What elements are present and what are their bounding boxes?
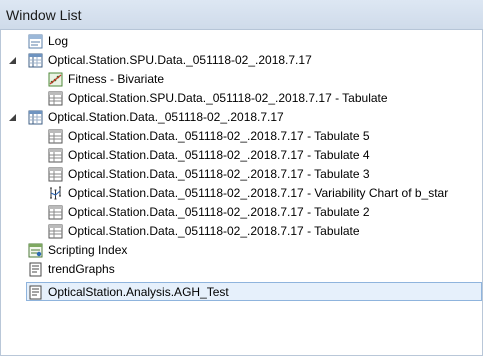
variability-chart-icon [50,186,61,200]
tabulate-icon [48,91,63,106]
tree-item-label: Optical.Station.SPU.Data._051118-02_.201… [48,53,312,67]
tree-item-label: Optical.Station.Data._051118-02_.2018.7.… [68,205,370,219]
tree-item-label: Optical.Station.Data._051118-02_.2018.7.… [68,224,360,238]
data-table-icon [28,53,43,68]
tree-item-label: Log [48,34,69,48]
data-table-icon [28,110,43,125]
log-icon [28,34,43,49]
tree-item-label: Scripting Index [48,243,128,257]
tabulate-icon [48,205,63,220]
tree-item-label: Optical.Station.Data._051118-02_.2018.7.… [68,148,370,162]
tree-item-label: Optical.Station.Data._051118-02_.2018.7.… [48,110,284,124]
tree-item-label: Optical.Station.Data._051118-02_.2018.7.… [68,186,449,200]
tabulate-icon [48,224,63,239]
fit-model-icon [48,72,63,87]
tabulate-icon [48,129,63,144]
tree-item-label: trendGraphs [48,262,115,276]
collapse-triangle-icon[interactable] [8,113,17,122]
window-list-title: Window List [0,0,483,30]
tree-item-label: Optical.Station.Data._051118-02_.2018.7.… [68,129,370,143]
tabulate-icon [48,148,63,163]
scripting-index-icon [28,243,43,258]
collapse-triangle-icon[interactable] [8,56,17,65]
script-icon [29,262,42,277]
tree-item-label: Fitness - Bivariate [68,72,165,86]
script-icon [29,285,42,300]
tree-item-label: OpticalStation.Analysis.AGH_Test [48,285,229,299]
tree-item-label: Optical.Station.SPU.Data._051118-02_.201… [68,91,388,105]
tree-item-label: Optical.Station.Data._051118-02_.2018.7.… [68,167,370,181]
tabulate-icon [48,167,63,182]
